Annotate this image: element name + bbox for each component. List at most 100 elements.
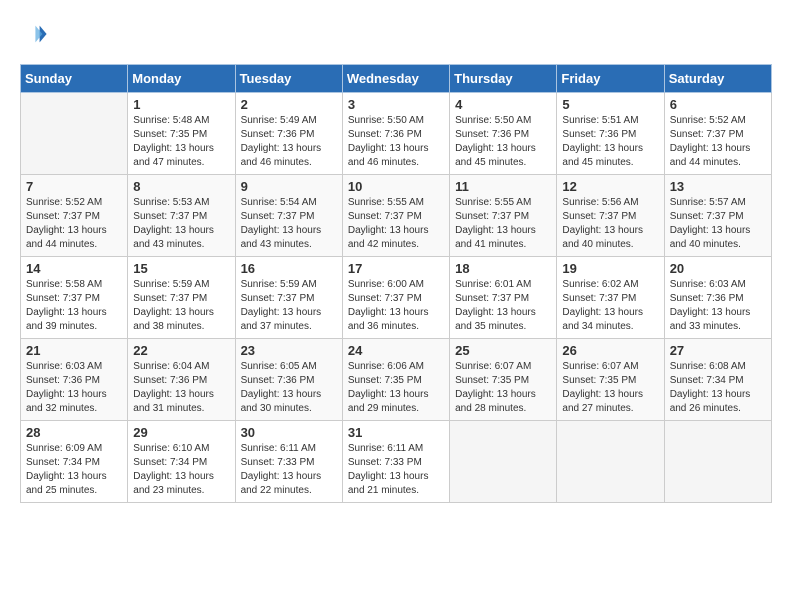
day-number: 3 <box>348 97 444 112</box>
day-info: Sunrise: 6:07 AM Sunset: 7:35 PM Dayligh… <box>455 360 551 416</box>
day-info: Sunrise: 5:49 AM Sunset: 7:36 PM Dayligh… <box>241 114 337 170</box>
day-info: Sunrise: 5:56 AM Sunset: 7:37 PM Dayligh… <box>562 196 658 252</box>
day-info: Sunrise: 6:10 AM Sunset: 7:34 PM Dayligh… <box>133 442 229 498</box>
calendar-cell <box>557 421 664 503</box>
calendar-cell: 22 Sunrise: 6:04 AM Sunset: 7:36 PM Dayli… <box>128 339 235 421</box>
calendar-cell: 14Sunrise: 5:58 AM Sunset: 7:37 PM Dayli… <box>21 257 128 339</box>
day-info: Sunrise: 5:53 AM Sunset: 7:37 PM Dayligh… <box>133 196 229 252</box>
day-number: 30 <box>241 425 337 440</box>
day-info: Sunrise: 6:05 AM Sunset: 7:36 PM Dayligh… <box>241 360 337 416</box>
day-info: Sunrise: 5:50 AM Sunset: 7:36 PM Dayligh… <box>348 114 444 170</box>
day-number: 4 <box>455 97 551 112</box>
day-number: 16 <box>241 261 337 276</box>
logo-icon <box>20 20 48 48</box>
day-info: Sunrise: 5:52 AM Sunset: 7:37 PM Dayligh… <box>670 114 766 170</box>
day-info: Sunrise: 5:55 AM Sunset: 7:37 PM Dayligh… <box>348 196 444 252</box>
calendar-cell: 26Sunrise: 6:07 AM Sunset: 7:35 PM Dayli… <box>557 339 664 421</box>
weekday-header-wednesday: Wednesday <box>342 65 449 93</box>
day-number: 2 <box>241 97 337 112</box>
day-number: 22 <box>133 343 229 358</box>
calendar-cell: 16 Sunrise: 5:59 AM Sunset: 7:37 PM Dayli… <box>235 257 342 339</box>
day-info: Sunrise: 6:02 AM Sunset: 7:37 PM Dayligh… <box>562 278 658 334</box>
day-info: Sunrise: 6:00 AM Sunset: 7:37 PM Dayligh… <box>348 278 444 334</box>
day-number: 8 <box>133 179 229 194</box>
calendar-cell: 10 Sunrise: 5:55 AM Sunset: 7:37 PM Dayli… <box>342 175 449 257</box>
day-info: Sunrise: 5:59 AM Sunset: 7:37 PM Dayligh… <box>241 278 337 334</box>
day-info: Sunrise: 5:50 AM Sunset: 7:36 PM Dayligh… <box>455 114 551 170</box>
page-header <box>20 20 772 48</box>
calendar-cell: 13 Sunrise: 5:57 AM Sunset: 7:37 PM Dayli… <box>664 175 771 257</box>
calendar-cell: 30 Sunrise: 6:11 AM Sunset: 7:33 PM Dayli… <box>235 421 342 503</box>
calendar-cell: 4 Sunrise: 5:50 AM Sunset: 7:36 PM Daylig… <box>450 93 557 175</box>
calendar-cell: 19 Sunrise: 6:02 AM Sunset: 7:37 PM Dayli… <box>557 257 664 339</box>
calendar-week-2: 7 Sunrise: 5:52 AM Sunset: 7:37 PM Daylig… <box>21 175 772 257</box>
day-number: 12 <box>562 179 658 194</box>
calendar-cell: 28 Sunrise: 6:09 AM Sunset: 7:34 PM Dayli… <box>21 421 128 503</box>
day-number: 24 <box>348 343 444 358</box>
day-number: 23 <box>241 343 337 358</box>
calendar-cell <box>450 421 557 503</box>
day-number: 9 <box>241 179 337 194</box>
calendar-cell: 31Sunrise: 6:11 AM Sunset: 7:33 PM Dayli… <box>342 421 449 503</box>
day-info: Sunrise: 6:03 AM Sunset: 7:36 PM Dayligh… <box>26 360 122 416</box>
calendar-cell: 6 Sunrise: 5:52 AM Sunset: 7:37 PM Daylig… <box>664 93 771 175</box>
day-number: 17 <box>348 261 444 276</box>
day-number: 18 <box>455 261 551 276</box>
day-number: 1 <box>133 97 229 112</box>
day-info: Sunrise: 5:52 AM Sunset: 7:37 PM Dayligh… <box>26 196 122 252</box>
calendar-cell <box>664 421 771 503</box>
day-info: Sunrise: 5:55 AM Sunset: 7:37 PM Dayligh… <box>455 196 551 252</box>
day-info: Sunrise: 6:01 AM Sunset: 7:37 PM Dayligh… <box>455 278 551 334</box>
calendar-cell: 27Sunrise: 6:08 AM Sunset: 7:34 PM Dayli… <box>664 339 771 421</box>
weekday-header-friday: Friday <box>557 65 664 93</box>
calendar-cell: 20 Sunrise: 6:03 AM Sunset: 7:36 PM Dayli… <box>664 257 771 339</box>
calendar-week-5: 28 Sunrise: 6:09 AM Sunset: 7:34 PM Dayli… <box>21 421 772 503</box>
weekday-header-saturday: Saturday <box>664 65 771 93</box>
calendar-cell: 24 Sunrise: 6:06 AM Sunset: 7:35 PM Dayli… <box>342 339 449 421</box>
logo <box>20 20 52 48</box>
calendar-cell: 23 Sunrise: 6:05 AM Sunset: 7:36 PM Dayli… <box>235 339 342 421</box>
day-info: Sunrise: 6:04 AM Sunset: 7:36 PM Dayligh… <box>133 360 229 416</box>
day-info: Sunrise: 6:09 AM Sunset: 7:34 PM Dayligh… <box>26 442 122 498</box>
weekday-header-tuesday: Tuesday <box>235 65 342 93</box>
calendar-cell: 8 Sunrise: 5:53 AM Sunset: 7:37 PM Daylig… <box>128 175 235 257</box>
day-info: Sunrise: 5:57 AM Sunset: 7:37 PM Dayligh… <box>670 196 766 252</box>
calendar-cell: 29 Sunrise: 6:10 AM Sunset: 7:34 PM Dayli… <box>128 421 235 503</box>
day-number: 14 <box>26 261 122 276</box>
day-number: 7 <box>26 179 122 194</box>
calendar-week-4: 21Sunrise: 6:03 AM Sunset: 7:36 PM Dayli… <box>21 339 772 421</box>
calendar-cell: 21Sunrise: 6:03 AM Sunset: 7:36 PM Dayli… <box>21 339 128 421</box>
day-number: 26 <box>562 343 658 358</box>
day-number: 15 <box>133 261 229 276</box>
day-number: 20 <box>670 261 766 276</box>
day-number: 6 <box>670 97 766 112</box>
calendar-cell: 3 Sunrise: 5:50 AM Sunset: 7:36 PM Daylig… <box>342 93 449 175</box>
calendar-cell: 2 Sunrise: 5:49 AM Sunset: 7:36 PM Daylig… <box>235 93 342 175</box>
day-number: 19 <box>562 261 658 276</box>
calendar-cell: 17 Sunrise: 6:00 AM Sunset: 7:37 PM Dayli… <box>342 257 449 339</box>
day-number: 11 <box>455 179 551 194</box>
weekday-header-monday: Monday <box>128 65 235 93</box>
calendar-cell: 18 Sunrise: 6:01 AM Sunset: 7:37 PM Dayli… <box>450 257 557 339</box>
day-info: Sunrise: 6:11 AM Sunset: 7:33 PM Dayligh… <box>241 442 337 498</box>
day-number: 29 <box>133 425 229 440</box>
calendar-cell: 25 Sunrise: 6:07 AM Sunset: 7:35 PM Dayli… <box>450 339 557 421</box>
day-info: Sunrise: 5:48 AM Sunset: 7:35 PM Dayligh… <box>133 114 229 170</box>
calendar-cell: 5Sunrise: 5:51 AM Sunset: 7:36 PM Daylig… <box>557 93 664 175</box>
day-info: Sunrise: 6:06 AM Sunset: 7:35 PM Dayligh… <box>348 360 444 416</box>
calendar-week-3: 14Sunrise: 5:58 AM Sunset: 7:37 PM Dayli… <box>21 257 772 339</box>
day-info: Sunrise: 6:03 AM Sunset: 7:36 PM Dayligh… <box>670 278 766 334</box>
day-number: 10 <box>348 179 444 194</box>
day-number: 31 <box>348 425 444 440</box>
day-number: 28 <box>26 425 122 440</box>
calendar-cell: 1 Sunrise: 5:48 AM Sunset: 7:35 PM Daylig… <box>128 93 235 175</box>
day-info: Sunrise: 5:59 AM Sunset: 7:37 PM Dayligh… <box>133 278 229 334</box>
day-number: 13 <box>670 179 766 194</box>
day-number: 25 <box>455 343 551 358</box>
day-number: 5 <box>562 97 658 112</box>
weekday-header-thursday: Thursday <box>450 65 557 93</box>
day-number: 27 <box>670 343 766 358</box>
calendar-cell: 7 Sunrise: 5:52 AM Sunset: 7:37 PM Daylig… <box>21 175 128 257</box>
calendar-cell <box>21 93 128 175</box>
calendar-cell: 11 Sunrise: 5:55 AM Sunset: 7:37 PM Dayli… <box>450 175 557 257</box>
